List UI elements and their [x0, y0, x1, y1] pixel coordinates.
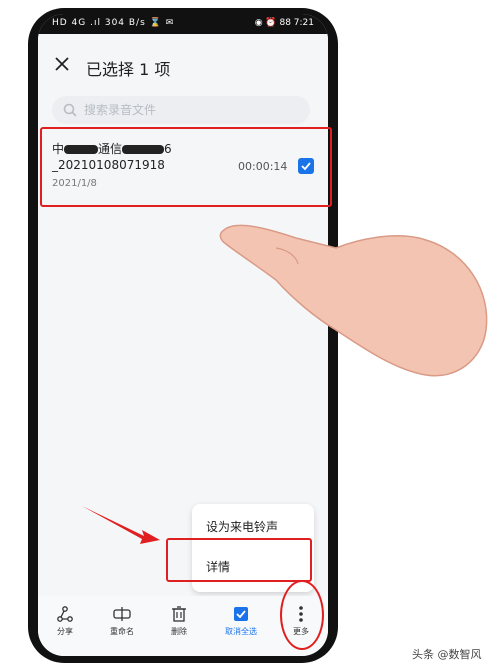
- rename-button[interactable]: 重命名: [97, 604, 147, 637]
- rename-label: 重命名: [110, 627, 134, 636]
- watermark: 头条 @数智风: [412, 648, 482, 661]
- delete-button[interactable]: 删除: [154, 604, 204, 637]
- share-button[interactable]: 分享: [40, 604, 90, 637]
- deselect-all-button[interactable]: 取消全选: [216, 604, 266, 637]
- status-right: ◉ ⏰ 88 7:21: [254, 18, 314, 28]
- menu-item-set-ringtone[interactable]: 设为来电铃声: [206, 518, 278, 535]
- page-title: 已选择 1 项: [86, 60, 171, 79]
- status-left: HD 4G .ıl 304 B/s ⌛ ✉: [52, 18, 175, 28]
- rename-icon: [113, 607, 131, 621]
- trash-icon: [172, 606, 186, 622]
- deselect-all-label: 取消全选: [225, 627, 257, 636]
- delete-label: 删除: [171, 627, 187, 636]
- arrow-annotation: [82, 506, 160, 544]
- highlight-more: [280, 580, 324, 650]
- share-icon: [57, 606, 73, 622]
- share-label: 分享: [57, 627, 73, 636]
- pointing-hand: [219, 224, 488, 377]
- search-bar[interactable]: [52, 96, 310, 124]
- highlight-details: [166, 538, 312, 582]
- checkbox-checked-icon: [234, 607, 248, 621]
- close-icon[interactable]: [52, 54, 72, 74]
- search-input[interactable]: [84, 102, 294, 118]
- search-icon: [63, 103, 77, 117]
- header: 已选择 1 项: [38, 34, 328, 94]
- highlight-recording: [40, 127, 332, 207]
- status-bar: HD 4G .ıl 304 B/s ⌛ ✉ ◉ ⏰ 88 7:21: [38, 14, 328, 34]
